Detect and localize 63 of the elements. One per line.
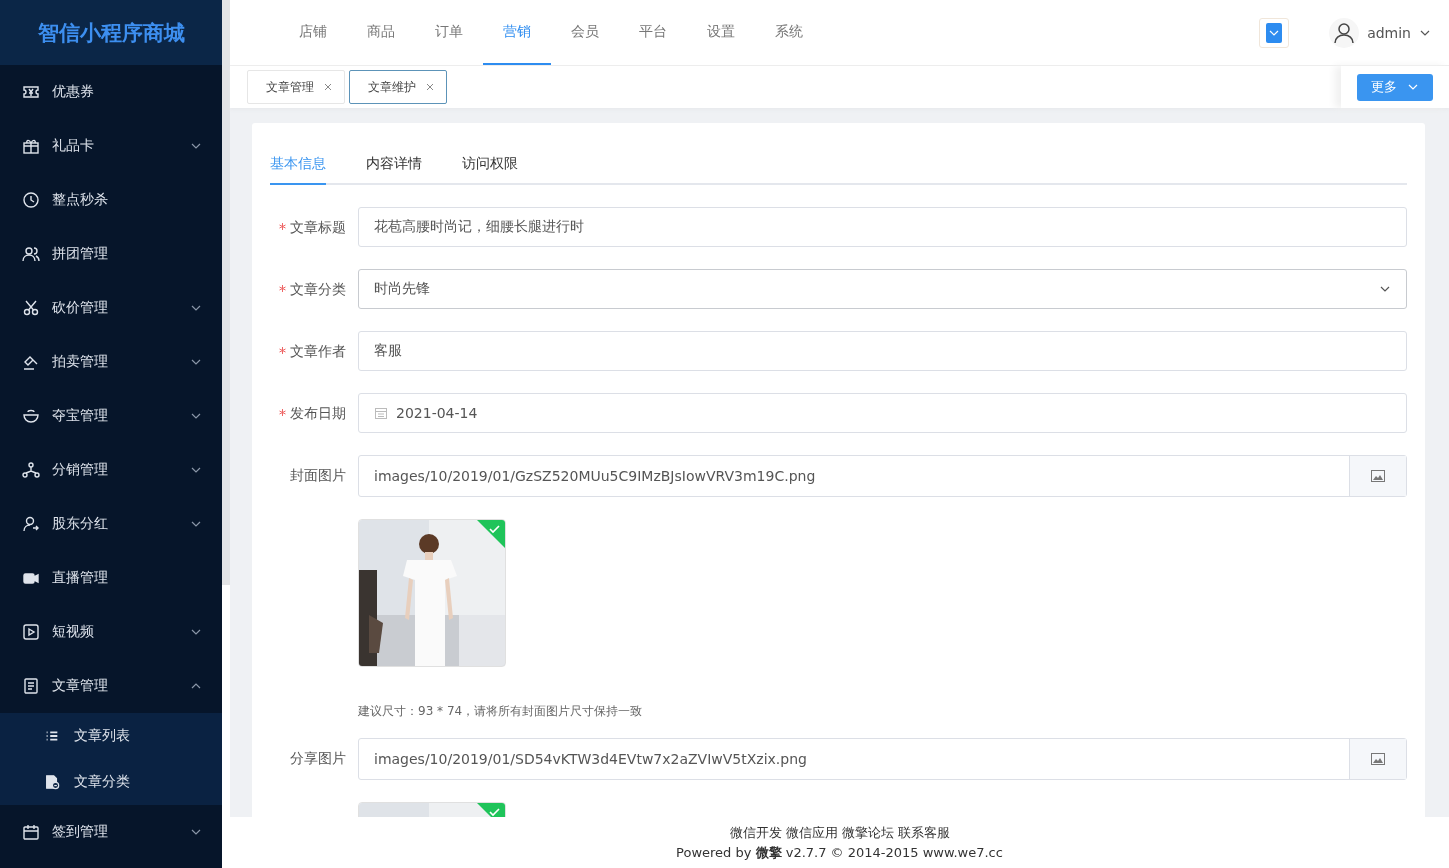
sidebar-item[interactable]: 股东分红 bbox=[0, 497, 222, 551]
sidebar-item[interactable]: 优惠券 bbox=[0, 65, 222, 119]
nav-tab[interactable]: 系统 bbox=[755, 0, 823, 65]
sidebar-item[interactable]: 拍卖管理 bbox=[0, 335, 222, 389]
field-label: 文章作者 bbox=[290, 343, 346, 359]
footer-link[interactable]: 微擎论坛 bbox=[841, 823, 894, 842]
calendar-icon bbox=[374, 406, 388, 420]
nav-tab[interactable]: 店铺 bbox=[279, 0, 347, 65]
text-field[interactable]: 客服 bbox=[358, 331, 1407, 371]
sidebar-item[interactable]: 拼团管理 bbox=[0, 227, 222, 281]
check-badge-icon bbox=[477, 520, 505, 548]
sidebar-item[interactable]: 短视频 bbox=[0, 605, 222, 659]
sidebar-item[interactable]: 砍价管理 bbox=[0, 281, 222, 335]
people-icon bbox=[22, 245, 40, 263]
scissors-icon bbox=[22, 299, 40, 317]
sidebar-item[interactable]: 分销管理 bbox=[0, 443, 222, 497]
form-tab[interactable]: 内容详情 bbox=[366, 147, 422, 185]
sidebar-subitem[interactable]: 文章分类 bbox=[0, 759, 222, 805]
calendar-icon bbox=[22, 823, 40, 841]
field-label: 文章标题 bbox=[290, 219, 346, 235]
sidebar-item[interactable]: 礼品卡 bbox=[0, 119, 222, 173]
field-label: 分享图片 bbox=[290, 750, 346, 766]
sidebar-subitem[interactable]: 文章列表 bbox=[0, 713, 222, 759]
network-icon bbox=[22, 461, 40, 479]
sidebar-item[interactable]: 夺宝管理 bbox=[0, 389, 222, 443]
ticket-icon bbox=[22, 83, 40, 101]
gift-icon bbox=[22, 137, 40, 155]
page-tab[interactable]: 文章管理 bbox=[247, 70, 345, 104]
dropdown-button[interactable] bbox=[1259, 17, 1290, 48]
sidebar-item[interactable]: 直播管理 bbox=[0, 551, 222, 605]
sidebar-item[interactable]: 整点秒杀 bbox=[0, 173, 222, 227]
close-icon[interactable] bbox=[324, 83, 332, 91]
page-tab[interactable]: 文章维护 bbox=[349, 70, 447, 104]
sidebar-item[interactable]: 文章管理 bbox=[0, 659, 222, 713]
document-icon bbox=[22, 677, 40, 695]
hint-text: 建议尺寸：93 * 74，请将所有封面图片尺寸保持一致 bbox=[358, 703, 644, 720]
field-label: 文章分类 bbox=[290, 281, 346, 297]
copyright-text: Powered by 微擎 v2.7.7 © 2014-2015 www.we7.cc bbox=[676, 843, 1003, 862]
footer-link[interactable]: 微信开发 bbox=[729, 823, 782, 842]
nav-tab[interactable]: 设置 bbox=[687, 0, 755, 65]
app-logo: 智信小程序商城 bbox=[0, 0, 222, 65]
nav-tab[interactable]: 订单 bbox=[415, 0, 483, 65]
footer-link[interactable]: 联系客服 bbox=[897, 823, 950, 842]
user-share-icon bbox=[22, 515, 40, 533]
field-label: 封面图片 bbox=[290, 467, 346, 483]
select-field[interactable]: 时尚先锋 bbox=[358, 269, 1407, 309]
nav-tab[interactable]: 商品 bbox=[347, 0, 415, 65]
avatar-icon bbox=[1333, 21, 1356, 44]
clock-icon bbox=[22, 191, 40, 209]
scrollbar[interactable] bbox=[222, 0, 230, 585]
file-list-icon bbox=[44, 774, 60, 790]
play-icon bbox=[22, 623, 40, 641]
pot-icon bbox=[22, 407, 40, 425]
nav-tab[interactable]: 会员 bbox=[551, 0, 619, 65]
nav-tab[interactable]: 平台 bbox=[619, 0, 687, 65]
form-tab[interactable]: 访问权限 bbox=[462, 147, 518, 185]
close-icon[interactable] bbox=[426, 83, 434, 91]
user-menu[interactable]: admin bbox=[1323, 16, 1437, 49]
field-label: 发布日期 bbox=[290, 405, 346, 421]
sidebar-item[interactable]: 签到管理 bbox=[0, 805, 222, 859]
date-field[interactable]: 2021-04-14 bbox=[358, 393, 1407, 433]
footer-link[interactable]: 微信应用 bbox=[785, 823, 838, 842]
text-field[interactable]: 花苞高腰时尚记，细腰长腿进行时 bbox=[358, 207, 1407, 247]
